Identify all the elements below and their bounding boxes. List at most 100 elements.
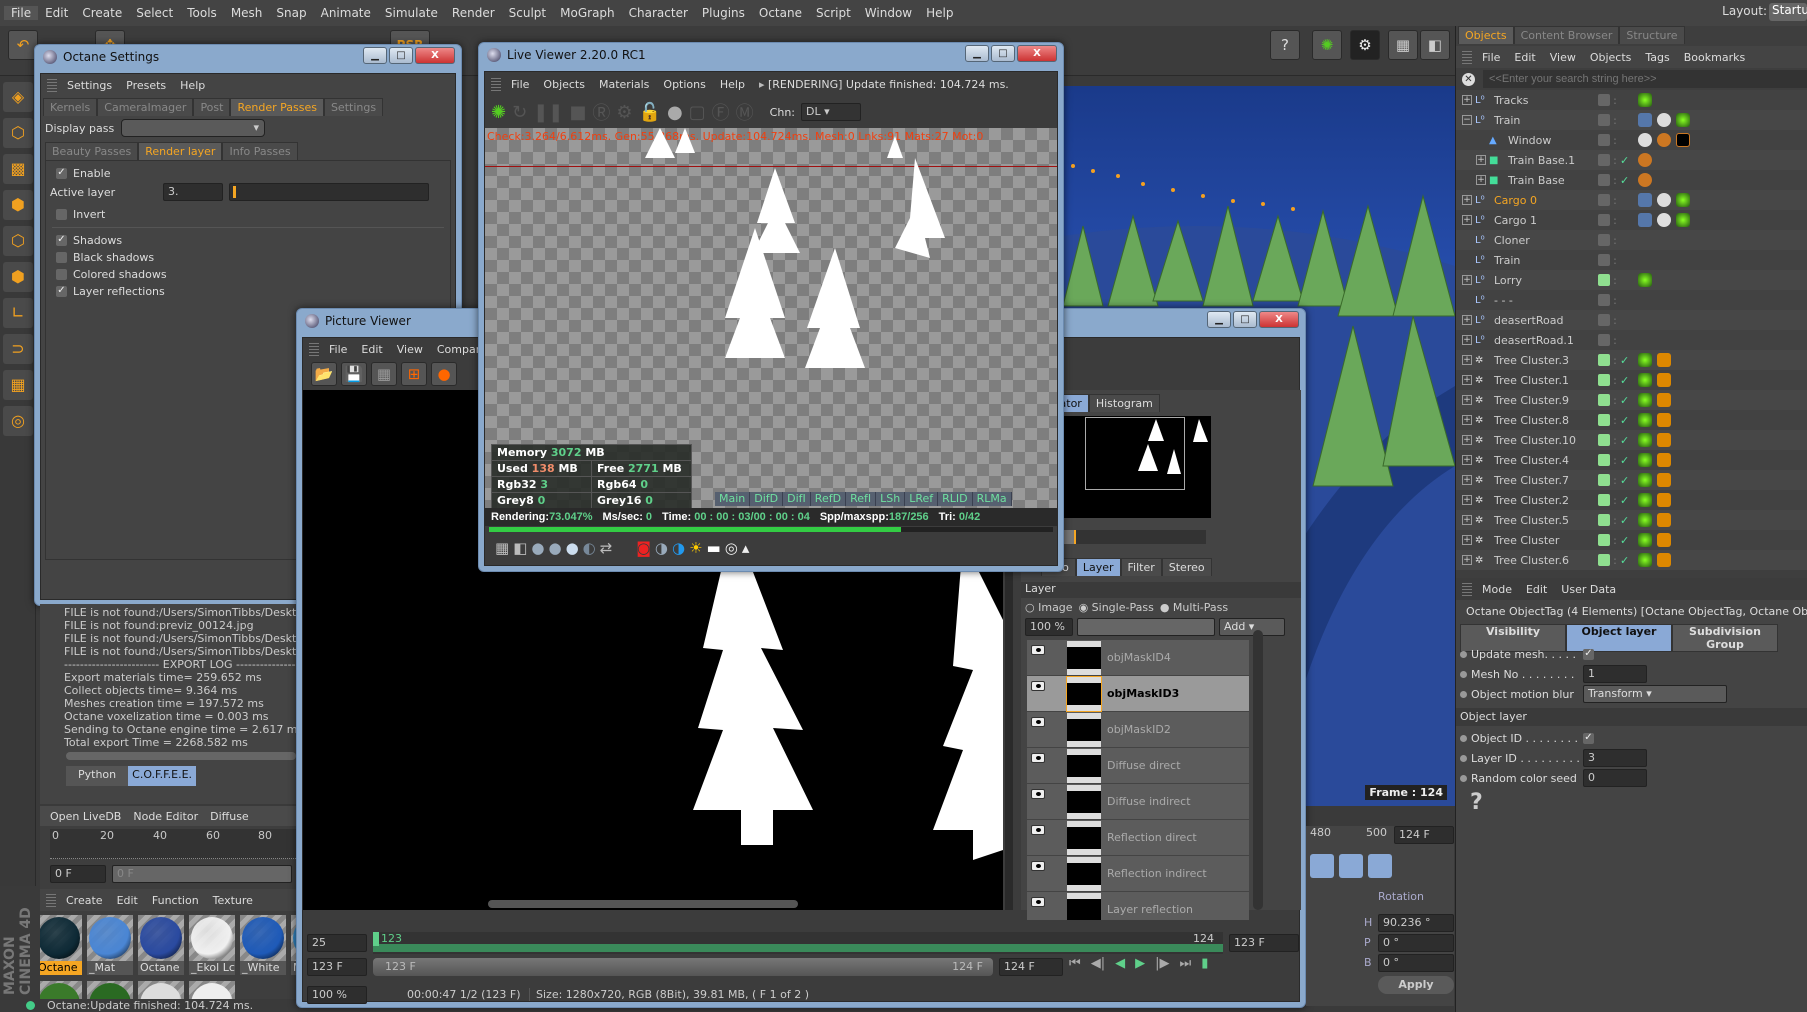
camera-icon[interactable]: ◙	[636, 539, 651, 557]
layer-id-field[interactable]: 3	[1583, 749, 1647, 767]
visibility-dots[interactable]: :	[1610, 134, 1620, 147]
align-spline-tag-icon[interactable]	[1638, 213, 1652, 227]
object-row[interactable]: + ✲ Tree Cluster.7: ✓	[1456, 470, 1807, 490]
layer-color-swatch[interactable]	[1598, 174, 1610, 186]
random-seed-field[interactable]: 0	[1583, 769, 1647, 787]
visibility-dots[interactable]: :	[1610, 554, 1620, 567]
magnet-icon[interactable]: ⊃	[3, 334, 33, 364]
visibility-eye-icon[interactable]	[1031, 860, 1045, 871]
octane-tag-icon[interactable]	[1638, 373, 1652, 387]
expand-toggle[interactable]: +	[1462, 195, 1472, 205]
object-mode-icon[interactable]: ⬡	[3, 118, 33, 148]
axis-icon[interactable]: ∟	[3, 298, 33, 328]
visibility-dots[interactable]: :	[1610, 334, 1620, 347]
menu-view[interactable]: View	[1550, 51, 1576, 64]
align-spline-tag-icon[interactable]	[1638, 113, 1652, 127]
enabled-check[interactable]: ✓	[1620, 514, 1634, 527]
expand-toggle[interactable]: +	[1462, 335, 1472, 345]
layer-color-swatch[interactable]	[1598, 254, 1610, 266]
rotation-p-field[interactable]: 0 °	[1378, 934, 1454, 952]
loop-icon[interactable]: ▮	[1201, 956, 1208, 971]
layer-opacity-slider[interactable]	[1077, 618, 1215, 636]
pass-button-lsh[interactable]: LSh	[876, 492, 906, 506]
visibility-dots[interactable]: :	[1610, 254, 1620, 267]
object-id-checkbox[interactable]: ✓	[1583, 732, 1594, 744]
visibility-eye-icon[interactable]	[1031, 896, 1045, 907]
visibility-dots[interactable]: :	[1610, 474, 1620, 487]
workplane-icon[interactable]: ▦	[3, 370, 33, 400]
rotation-b-field[interactable]: 0 °	[1378, 954, 1454, 972]
clapper-tag-icon[interactable]	[1657, 413, 1671, 427]
enabled-check[interactable]: ✓	[1620, 154, 1634, 167]
sphere-3-icon[interactable]: ●	[566, 539, 579, 557]
save-as-icon[interactable]: 💾	[341, 362, 367, 386]
layer-list-scrollbar[interactable]	[1253, 630, 1263, 910]
menu-objects[interactable]: Objects	[1590, 51, 1632, 64]
layer-color-swatch[interactable]	[1598, 274, 1610, 286]
expand-toggle[interactable]: −	[1462, 115, 1472, 125]
expand-toggle[interactable]: +	[1462, 355, 1472, 365]
layer-row[interactable]: objMaskID3	[1027, 675, 1249, 712]
sphere-2-icon[interactable]: ●	[548, 539, 561, 557]
prev-frame-icon[interactable]: ◀|	[1091, 956, 1105, 971]
tab-post[interactable]: Post	[193, 98, 231, 116]
expand-toggle[interactable]: +	[1462, 375, 1472, 385]
menu-select[interactable]: Select	[129, 6, 180, 20]
layer-color-swatch[interactable]	[1598, 514, 1610, 526]
menu-user-data[interactable]: User Data	[1561, 583, 1616, 596]
menu-mode[interactable]: Mode	[1482, 583, 1512, 596]
start-frame-field[interactable]: 123 F	[307, 958, 367, 976]
shadows-checkbox[interactable]: ✓ Shadows	[46, 232, 450, 249]
expand-toggle[interactable]: +	[1462, 415, 1472, 425]
light-icon[interactable]: ▬	[707, 539, 721, 557]
object-row[interactable]: L⁰ Train:	[1456, 250, 1807, 270]
menu-view[interactable]: View	[397, 343, 423, 356]
clapper-tag-icon[interactable]	[1657, 373, 1671, 387]
octane-tag-icon[interactable]	[1638, 533, 1652, 547]
object-row[interactable]: + ✲ Tree Cluster.10: ✓	[1456, 430, 1807, 450]
visibility-dots[interactable]: :	[1610, 454, 1620, 467]
octane-tag-icon[interactable]	[1638, 413, 1652, 427]
pass-button-refi[interactable]: RefI	[846, 492, 877, 506]
record-position-icon[interactable]	[1310, 854, 1334, 878]
expand-toggle[interactable]: +	[1462, 275, 1472, 285]
python-tab[interactable]: Python	[66, 766, 129, 786]
material-tag-icon[interactable]	[1657, 213, 1671, 227]
object-row[interactable]: − L⁰ Train:	[1456, 110, 1807, 130]
object-row[interactable]: + ■ Train Base: ✓	[1456, 170, 1807, 190]
expand-toggle[interactable]: +	[1462, 435, 1472, 445]
tab-render-layer[interactable]: Render layer	[138, 142, 223, 160]
layer-color-swatch[interactable]	[1598, 314, 1610, 326]
object-row[interactable]: + ■ Train Base.1: ✓	[1456, 150, 1807, 170]
enabled-check[interactable]: ✓	[1620, 414, 1634, 427]
record-rotation-icon[interactable]	[1339, 854, 1363, 878]
frame-field[interactable]: 0 F	[50, 865, 106, 883]
object-row[interactable]: L⁰ Cloner:	[1456, 230, 1807, 250]
layer-row[interactable]: objMaskID2	[1027, 712, 1249, 748]
menu-tools[interactable]: Tools	[180, 6, 224, 20]
layer-color-swatch[interactable]	[1598, 214, 1610, 226]
octane-tag-icon[interactable]	[1638, 433, 1652, 447]
polygons-mode-icon[interactable]: ⬢	[3, 262, 33, 292]
minimize-button[interactable]: ▁	[363, 47, 387, 64]
visibility-dots[interactable]: :	[1610, 174, 1620, 187]
clapper-tag-icon[interactable]	[1657, 553, 1671, 567]
tab-objects[interactable]: Objects	[1458, 26, 1514, 44]
layer-color-swatch[interactable]	[1598, 354, 1610, 366]
enabled-check[interactable]: ✓	[1620, 454, 1634, 467]
layer-color-swatch[interactable]	[1598, 154, 1610, 166]
object-row[interactable]: + L⁰ deasertRoad.1:	[1456, 330, 1807, 350]
exposure-icon[interactable]: ◑	[672, 539, 685, 557]
next-frame-icon[interactable]: |▶	[1155, 956, 1169, 971]
layer-color-swatch[interactable]	[1598, 294, 1610, 306]
lamp-icon[interactable]: ▴	[742, 539, 750, 557]
enable-checkbox[interactable]: ✓ Enable	[46, 165, 450, 182]
material-tag-icon[interactable]	[1657, 113, 1671, 127]
layer-color-swatch[interactable]	[1598, 554, 1610, 566]
maximize-button[interactable]: □	[389, 47, 413, 64]
sun-icon[interactable]: ☀	[689, 539, 702, 557]
minimize-button[interactable]: ▁	[965, 45, 989, 62]
lock-icon[interactable]: 🔓	[639, 102, 661, 123]
compare-b-icon[interactable]: ●	[431, 362, 457, 386]
active-layer-field[interactable]: 3.	[163, 183, 223, 201]
